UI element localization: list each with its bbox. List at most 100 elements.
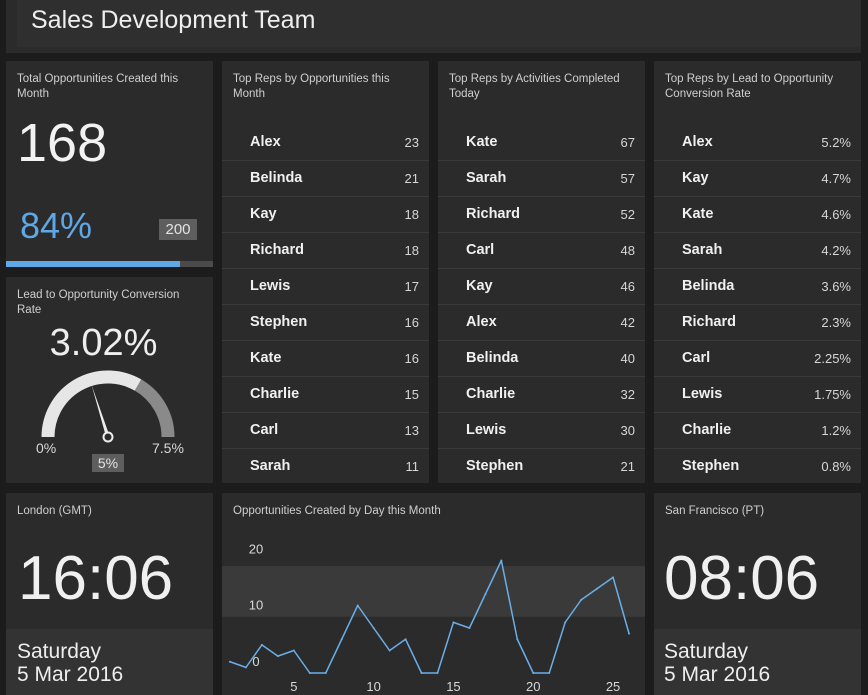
rep-value: 23 [405, 135, 419, 150]
header: Sales Development Team [6, 0, 861, 53]
leaderboard-row: Kate16 [222, 341, 429, 377]
data-point [389, 650, 391, 652]
chart-highlight-band [222, 566, 645, 617]
rep-value: 0.8% [821, 459, 851, 474]
rep-value: 4.6% [821, 207, 851, 222]
leaderboard-row: Stephen 16 [222, 305, 429, 341]
rep-value: 57 [621, 171, 635, 186]
sf-date: 5 Mar 2016 [664, 663, 770, 686]
gauge-hub [104, 433, 113, 442]
rep-name: Kate [466, 134, 497, 150]
leaderboard-title: Top Reps by Opportunities this Month [233, 72, 418, 102]
leaderboard-title: Top Reps by Activities Completed Today [449, 72, 634, 102]
rep-name: Lewis [466, 422, 506, 438]
rep-value: 2.25% [814, 351, 851, 366]
rep-value: 17 [405, 279, 419, 294]
y-tick-label: 20 [249, 541, 263, 556]
rep-value: 18 [405, 207, 419, 222]
rep-value: 16 [405, 315, 419, 330]
data-point [612, 576, 614, 578]
leaderboard-row: Sarah 57 [438, 161, 645, 197]
rep-value: 48 [621, 243, 635, 258]
page-title: Sales Development Team [31, 6, 315, 35]
gauge-min-label: 0% [36, 440, 56, 456]
rep-name: Sarah [250, 458, 290, 474]
rep-value: 2.3% [821, 315, 851, 330]
x-tick-label: 20 [526, 679, 540, 694]
rep-name: Sarah [466, 170, 506, 186]
gauge-target-label: 5% [92, 454, 124, 472]
data-point [436, 672, 438, 674]
rep-name: Kay [250, 206, 277, 222]
opportunities-progress-bar [6, 261, 213, 267]
rep-name: Lewis [250, 278, 290, 294]
leaderboard-row: Alex42 [438, 305, 645, 341]
rep-value: 4.2% [821, 243, 851, 258]
rep-value: 21 [405, 171, 419, 186]
rep-name: Belinda [250, 170, 302, 186]
x-tick-label: 15 [446, 679, 460, 694]
data-point [229, 661, 231, 663]
leaderboard-row: Belinda3.6% [654, 269, 861, 305]
data-point [341, 638, 343, 640]
leaderboard-row: Carl13 [222, 413, 429, 449]
leaderboard-row: Kay46 [438, 269, 645, 305]
data-point [421, 672, 423, 674]
leaderboard-row: Carl 2.25% [654, 341, 861, 377]
gauge-fill [48, 377, 138, 437]
leaderboard-row: Charlie32 [438, 377, 645, 413]
rep-name: Sarah [682, 242, 722, 258]
rep-name: Carl [250, 422, 278, 438]
rep-name: Belinda [682, 278, 734, 294]
leaderboard-row: Carl48 [438, 233, 645, 269]
rep-name: Alex [682, 134, 713, 150]
sf-clock-tile: San Francisco (PT) 08:06 Saturday 5 Mar … [654, 493, 861, 695]
data-point [405, 638, 407, 640]
data-point [596, 588, 598, 590]
london-time: 16:06 [18, 543, 173, 614]
leaderboard-row: Sarah 4.2% [654, 233, 861, 269]
leaderboard-row: Lewis30 [438, 413, 645, 449]
leaderboard-row: Richard 2.3% [654, 305, 861, 341]
leaderboard-title: Top Reps by Lead to Opportunity Conversi… [665, 72, 850, 102]
x-tick-label: 10 [366, 679, 380, 694]
rep-name: Alex [466, 314, 497, 330]
data-point [516, 638, 518, 640]
data-point [628, 633, 630, 635]
london-date: 5 Mar 2016 [17, 663, 123, 686]
data-point [580, 599, 582, 601]
opportunities-progress-fill [6, 261, 180, 267]
rep-value: 21 [621, 459, 635, 474]
rep-value: 46 [621, 279, 635, 294]
rep-name: Richard [682, 314, 736, 330]
data-point [532, 672, 534, 674]
leaderboard-row: Richard52 [438, 197, 645, 233]
sf-clock-title: San Francisco (PT) [665, 504, 764, 519]
opportunities-count: 168 [17, 112, 107, 174]
data-point [277, 655, 279, 657]
data-point [500, 560, 502, 562]
leaderboard-row: Kate4.6% [654, 197, 861, 233]
london-day: Saturday [17, 640, 101, 663]
rep-name: Carl [682, 350, 710, 366]
rep-name: Kay [682, 170, 709, 186]
leaderboard-row: Belinda40 [438, 341, 645, 377]
rep-name: Stephen [250, 314, 307, 330]
gauge-max-label: 7.5% [152, 440, 184, 456]
sf-day: Saturday [664, 640, 748, 663]
rep-value: 15 [405, 387, 419, 402]
data-point [261, 644, 263, 646]
x-tick-label: 5 [290, 679, 297, 694]
leaderboard-row: Alex5.2% [654, 125, 861, 161]
opportunities-percent: 84% [20, 205, 92, 247]
leaderboard-row: Kay4.7% [654, 161, 861, 197]
data-point [245, 666, 247, 668]
leaderboard-row: Kay 18 [222, 197, 429, 233]
y-tick-label: 10 [249, 598, 263, 613]
leaderboard-conversion: Top Reps by Lead to Opportunity Conversi… [654, 61, 861, 483]
opportunities-line-chart: 01020510152025 [222, 493, 645, 695]
leaderboard-opportunities: Top Reps by Opportunities this Month Ale… [222, 61, 429, 483]
leaderboard-row: Lewis 17 [222, 269, 429, 305]
rep-value: 67 [621, 135, 635, 150]
rep-value: 16 [405, 351, 419, 366]
